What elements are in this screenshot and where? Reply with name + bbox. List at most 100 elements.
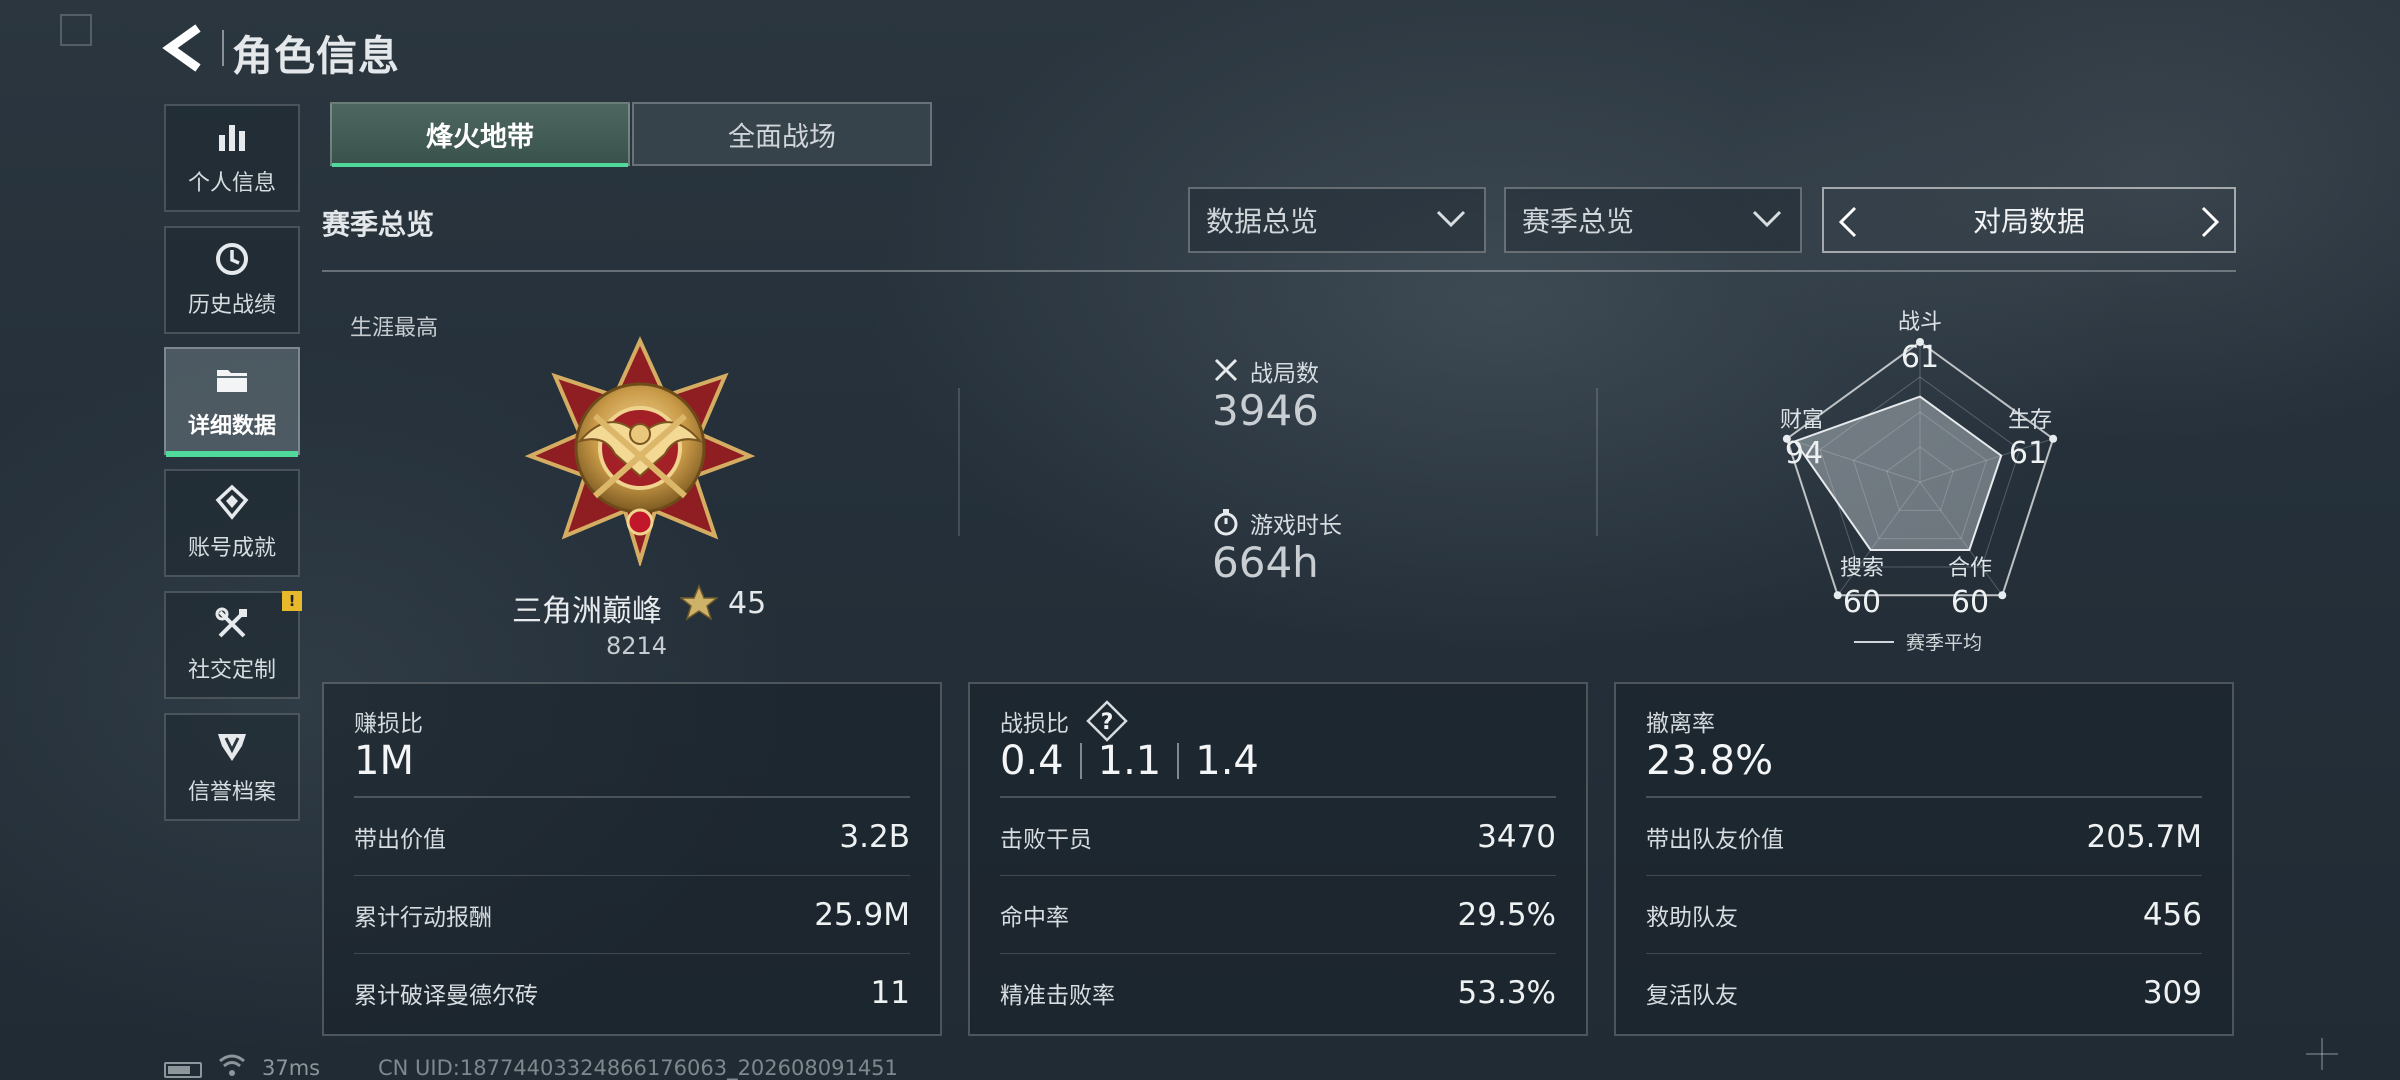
sidebar-item-label: 历史战绩 xyxy=(187,293,276,318)
kd-value: 0.4 xyxy=(1000,738,1064,784)
sidebar-item-social[interactable]: 社交定制 ! xyxy=(164,591,302,699)
ping-value: 37ms xyxy=(262,1056,321,1080)
tab-full-battlefield[interactable]: 全面战场 xyxy=(632,102,932,166)
matches-value: 3946 xyxy=(1212,386,1319,435)
playtime-value: 664h xyxy=(1212,538,1319,587)
sidebar-item-profile[interactable]: 个人信息 xyxy=(164,104,300,212)
page-title: 角色信息 xyxy=(232,32,400,80)
header-separator xyxy=(222,30,224,66)
section-title: 赛季总览 xyxy=(322,208,435,241)
stat-value: 29.5% xyxy=(1457,896,1556,933)
user-uid: CN UID:18774403324866176063_202608091451 xyxy=(378,1056,898,1080)
card-label: 战损比 xyxy=(1000,711,1069,737)
card-value: 23.8% xyxy=(1646,738,1774,784)
stat-row: 精准击败率 53.3% xyxy=(1000,954,1556,1032)
matches-label: 战局数 xyxy=(1250,361,1319,387)
kd-card: 战损比 ? 0.4 1.1 1.4 击败干员 3470 命中率 29.5% 精准击败… xyxy=(968,682,1588,1036)
sidebar-item-label: 个人信息 xyxy=(187,171,276,196)
stat-value: 11 xyxy=(870,975,910,1011)
stat-row: 命中率 29.5% xyxy=(1000,876,1556,954)
help-glyph: ? xyxy=(1101,710,1114,735)
sidebar-item-detailed-data[interactable]: 详细数据 xyxy=(164,347,300,457)
back-arrow-icon[interactable] xyxy=(160,22,208,74)
card-label: 撤离率 xyxy=(1646,711,1715,737)
stat-row: 累计破译曼德尔砖 11 xyxy=(354,954,910,1032)
clock-icon xyxy=(216,243,248,275)
stat-row: 带出价值 3.2B xyxy=(354,798,910,876)
crosshair-icon xyxy=(2306,1038,2338,1070)
radar-label-search: 搜索 xyxy=(1839,556,1884,581)
stat-row: 击败干员 3470 xyxy=(1000,798,1556,876)
radar-value-combat: 61 xyxy=(1900,340,1940,375)
kd-values: 0.4 1.1 1.4 xyxy=(1000,738,1259,784)
folder-icon xyxy=(217,370,247,392)
radar-value-survival: 61 xyxy=(2008,436,2048,471)
stat-value: 3.2B xyxy=(839,818,910,855)
radar-value-wealth: 94 xyxy=(1784,436,1824,471)
star-icon xyxy=(680,584,718,621)
sidebar-item-label: 社交定制 xyxy=(187,658,276,683)
radar-value-search: 60 xyxy=(1842,585,1882,620)
stat-row: 救助队友 456 xyxy=(1646,876,2202,954)
stat-key: 累计破译曼德尔砖 xyxy=(354,983,538,1009)
stat-key: 累计行动报酬 xyxy=(354,904,492,931)
wifi-icon xyxy=(219,1054,245,1076)
stat-key: 复活队友 xyxy=(1646,983,1738,1009)
chevron-left-icon[interactable] xyxy=(1838,206,1858,238)
stat-row: 累计行动报酬 25.9M xyxy=(354,876,910,954)
tools-icon xyxy=(215,607,247,638)
stopwatch-icon xyxy=(1214,509,1238,536)
dropdown-value: 数据总览 xyxy=(1206,205,1319,238)
radar-value-cooperation: 60 xyxy=(1950,585,1990,620)
stat-row: 复活队友 309 xyxy=(1646,954,2202,1032)
tab-firezone[interactable]: 烽火地带 xyxy=(330,102,630,167)
sidebar-item-label: 详细数据 xyxy=(187,414,276,439)
help-icon[interactable]: ? xyxy=(1086,700,1128,742)
dropdown-value: 赛季总览 xyxy=(1522,205,1635,238)
rank-medal-icon xyxy=(525,336,755,566)
pager-label: 对局数据 xyxy=(1972,205,2085,238)
season-overview-dropdown[interactable]: 赛季总览 xyxy=(1504,187,1802,253)
data-overview-dropdown[interactable]: 数据总览 xyxy=(1188,187,1486,253)
overview-divider xyxy=(1596,388,1598,536)
radar-label-combat: 战斗 xyxy=(1897,310,1942,335)
rank-stars-count: 45 xyxy=(728,586,767,621)
stat-value: 456 xyxy=(2142,896,2202,933)
match-data-pager: 对局数据 xyxy=(1822,187,2236,253)
stat-value: 25.9M xyxy=(814,896,910,933)
radar-label-wealth: 财富 xyxy=(1779,408,1824,433)
stat-value: 53.3% xyxy=(1457,975,1556,1011)
chevron-right-icon[interactable] xyxy=(2200,206,2220,238)
extraction-card: 撤离率 23.8% 带出队友价值 205.7M 救助队友 456 复活队友 309 xyxy=(1614,682,2234,1036)
achievement-icon xyxy=(215,484,249,520)
radar-label-cooperation: 合作 xyxy=(1947,556,1992,581)
stat-value: 3470 xyxy=(1477,818,1556,855)
stat-value: 309 xyxy=(2142,975,2202,1011)
sidebar-item-label: 账号成就 xyxy=(187,536,276,561)
card-label: 赚损比 xyxy=(354,711,423,737)
sidebar-item-achievements[interactable]: 账号成就 xyxy=(164,469,300,577)
sidebar-item-history[interactable]: 历史战绩 xyxy=(164,226,300,334)
sidebar-item-credit[interactable]: 信誉档案 xyxy=(164,713,300,821)
chevron-down-icon xyxy=(1752,210,1782,228)
stat-key: 带出队友价值 xyxy=(1646,826,1784,853)
notification-badge: ! xyxy=(282,591,302,611)
profit-card: 赚损比 1M 带出价值 3.2B 累计行动报酬 25.9M 累计破译曼德尔砖 11 xyxy=(322,682,942,1036)
crossed-swords-icon xyxy=(1214,358,1238,382)
career-best-label: 生涯最高 xyxy=(350,316,439,341)
bar-chart-icon xyxy=(219,125,245,151)
rank-name: 三角洲巅峰 xyxy=(512,594,662,629)
chevron-down-icon xyxy=(1436,210,1466,228)
stat-key: 带出价值 xyxy=(354,826,446,853)
kd-separator xyxy=(1079,743,1082,779)
sidebar-item-label: 信誉档案 xyxy=(187,780,276,805)
corner-box xyxy=(60,14,92,46)
shield-icon xyxy=(218,734,246,761)
playtime-label: 游戏时长 xyxy=(1250,513,1342,539)
legend-line xyxy=(1854,641,1894,643)
battery-icon xyxy=(164,1062,202,1078)
stat-key: 精准击败率 xyxy=(1000,983,1115,1009)
stat-key: 击败干员 xyxy=(1000,826,1092,853)
overview-divider xyxy=(958,388,960,536)
kd-value: 1.4 xyxy=(1195,738,1259,784)
